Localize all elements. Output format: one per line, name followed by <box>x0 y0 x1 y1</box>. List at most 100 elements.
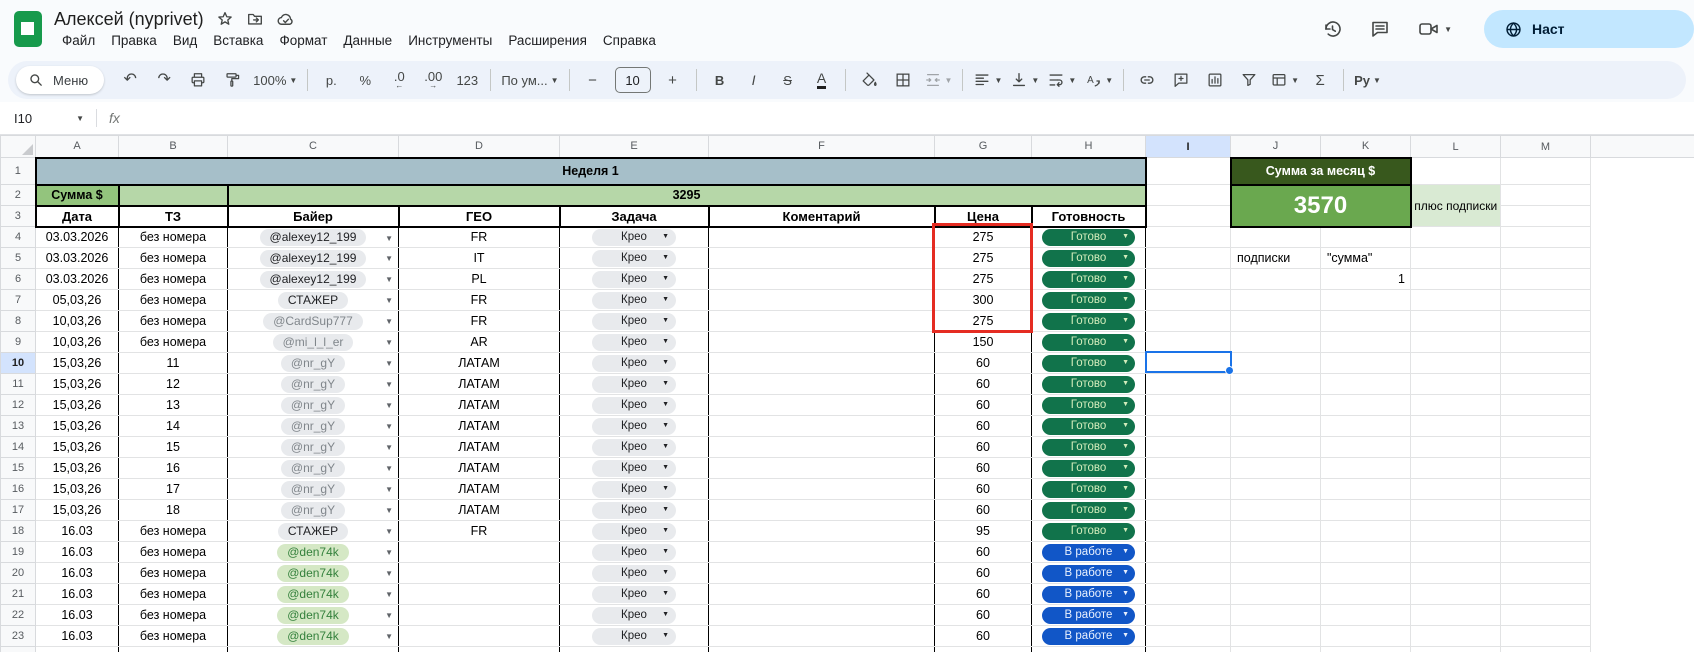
cell-partial[interactable] <box>36 647 119 652</box>
geo-cell[interactable]: FR <box>399 311 560 332</box>
cell-K7[interactable] <box>1321 290 1411 311</box>
date-cell[interactable]: 03.03.2026 <box>36 227 119 248</box>
sheets-logo-icon[interactable] <box>14 11 42 47</box>
comment-cell[interactable] <box>709 521 935 542</box>
buyer-cell[interactable]: @nr_gY▼ <box>228 374 399 395</box>
status-cell[interactable]: В работе▼ <box>1032 626 1146 647</box>
cell-J5[interactable]: подписки <box>1231 248 1321 269</box>
cell-I3[interactable] <box>1146 206 1231 227</box>
cell-L8[interactable] <box>1411 311 1501 332</box>
tz-cell[interactable]: без номера <box>119 563 228 584</box>
date-cell[interactable]: 15,03,26 <box>36 374 119 395</box>
geo-cell[interactable]: ЛАТАМ <box>399 395 560 416</box>
buyer-chip[interactable]: @den74k <box>277 607 349 624</box>
status-chip[interactable]: В работе▼ <box>1042 544 1135 561</box>
geo-cell[interactable]: FR <box>399 227 560 248</box>
buyer-cell[interactable]: СТАЖЕР▼ <box>228 521 399 542</box>
cell-K20[interactable] <box>1321 563 1411 584</box>
menu-item-4[interactable]: Формат <box>271 31 335 50</box>
cell-L14[interactable] <box>1411 437 1501 458</box>
column-header-H[interactable]: H <box>1032 136 1146 158</box>
status-cell[interactable]: Готово▼ <box>1032 248 1146 269</box>
geo-cell[interactable]: ЛАТАМ <box>399 437 560 458</box>
price-cell[interactable]: 60 <box>935 437 1032 458</box>
cell-M19[interactable] <box>1501 542 1591 563</box>
buyer-chip[interactable]: @nr_gY <box>281 355 345 372</box>
price-cell[interactable]: 275 <box>935 227 1032 248</box>
status-chip[interactable]: В работе▼ <box>1042 565 1135 582</box>
cell-L12[interactable] <box>1411 395 1501 416</box>
cell-K22[interactable] <box>1321 605 1411 626</box>
cell-blank[interactable] <box>1591 647 1694 652</box>
tz-cell[interactable]: 15 <box>119 437 228 458</box>
cell-L23[interactable] <box>1411 626 1501 647</box>
comment-cell[interactable] <box>709 227 935 248</box>
date-cell[interactable]: 16.03 <box>36 521 119 542</box>
undo-button[interactable]: ↶ <box>114 66 146 94</box>
cell-I22[interactable] <box>1146 605 1231 626</box>
fill-handle[interactable] <box>1225 366 1234 375</box>
dropdown-arrow-icon[interactable]: ▼ <box>385 590 393 599</box>
dropdown-arrow-icon[interactable]: ▼ <box>385 485 393 494</box>
cell-M9[interactable] <box>1501 332 1591 353</box>
cell-blank[interactable] <box>1591 332 1694 353</box>
cell-J8[interactable] <box>1231 311 1321 332</box>
cell-J16[interactable] <box>1231 479 1321 500</box>
task-chip[interactable]: Крео▼ <box>592 607 676 624</box>
dropdown-arrow-icon[interactable]: ▼ <box>385 296 393 305</box>
increase-font-size-button[interactable]: + <box>657 66 689 94</box>
format-currency-button[interactable]: р. <box>315 66 347 94</box>
cell-blank[interactable] <box>1591 437 1694 458</box>
buyer-chip[interactable]: @nr_gY <box>281 439 345 456</box>
date-cell[interactable]: 16.03 <box>36 605 119 626</box>
cell-partial[interactable] <box>399 647 560 652</box>
cell-J13[interactable] <box>1231 416 1321 437</box>
comment-cell[interactable] <box>709 395 935 416</box>
cell-L4[interactable] <box>1411 227 1501 248</box>
task-cell[interactable]: Крео▼ <box>560 542 709 563</box>
task-chip[interactable]: Крео▼ <box>592 271 676 288</box>
cell-J12[interactable] <box>1231 395 1321 416</box>
cell-L17[interactable] <box>1411 500 1501 521</box>
cell-I17[interactable] <box>1146 500 1231 521</box>
tz-cell[interactable]: без номера <box>119 269 228 290</box>
cell-J14[interactable] <box>1231 437 1321 458</box>
cell-M18[interactable] <box>1501 521 1591 542</box>
comment-cell[interactable] <box>709 416 935 437</box>
cell-L21[interactable] <box>1411 584 1501 605</box>
cell-K21[interactable] <box>1321 584 1411 605</box>
status-cell[interactable]: В работе▼ <box>1032 563 1146 584</box>
menu-item-2[interactable]: Вид <box>165 31 205 50</box>
cell-blank[interactable] <box>1591 626 1694 647</box>
name-box[interactable]: I10 ▼ <box>14 111 84 126</box>
increase-decimal-button[interactable]: .00→ <box>417 66 449 94</box>
cell-I12[interactable] <box>1146 395 1231 416</box>
buyer-cell[interactable]: @alexey12_199▼ <box>228 227 399 248</box>
cell-M21[interactable] <box>1501 584 1591 605</box>
cell-J11[interactable] <box>1231 374 1321 395</box>
task-chip[interactable]: Крео▼ <box>592 313 676 330</box>
cell-K11[interactable] <box>1321 374 1411 395</box>
cell-partial[interactable] <box>560 647 709 652</box>
price-cell[interactable]: 60 <box>935 479 1032 500</box>
menu-item-6[interactable]: Инструменты <box>400 31 500 50</box>
dropdown-arrow-icon[interactable]: ▼ <box>385 275 393 284</box>
task-chip[interactable]: Крео▼ <box>592 292 676 309</box>
comment-cell[interactable] <box>709 479 935 500</box>
cell-partial[interactable] <box>1146 647 1231 652</box>
dropdown-arrow-icon[interactable]: ▼ <box>385 548 393 557</box>
task-chip[interactable]: Крео▼ <box>592 481 676 498</box>
cell-M22[interactable] <box>1501 605 1591 626</box>
cell-blank[interactable] <box>1591 416 1694 437</box>
cell-blank[interactable] <box>1591 458 1694 479</box>
geo-cell[interactable] <box>399 626 560 647</box>
cell-M23[interactable] <box>1501 626 1591 647</box>
vertical-align-button[interactable]: ▼ <box>1007 66 1042 94</box>
text-rotation-button[interactable]: A ▼ <box>1081 66 1116 94</box>
row-header-6[interactable]: 6 <box>1 269 36 290</box>
column-header-blank[interactable] <box>1591 136 1694 158</box>
cell-J7[interactable] <box>1231 290 1321 311</box>
task-chip[interactable]: Крео▼ <box>592 418 676 435</box>
more-formats-button[interactable]: 123 <box>451 66 483 94</box>
cell-M12[interactable] <box>1501 395 1591 416</box>
